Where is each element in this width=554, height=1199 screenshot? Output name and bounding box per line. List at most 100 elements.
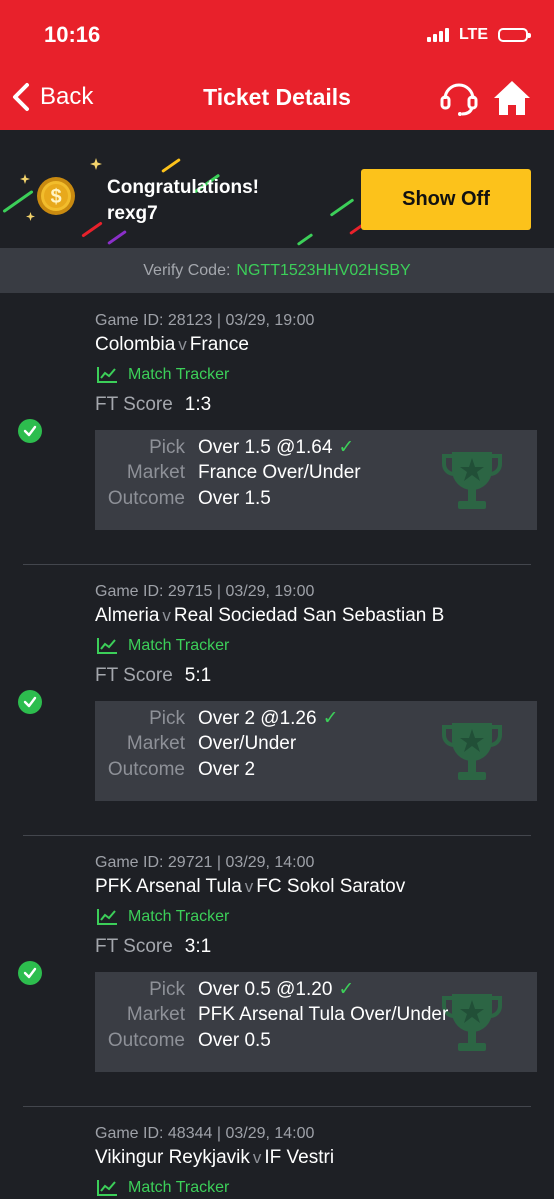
won-check-icon xyxy=(18,961,42,985)
away-team: France xyxy=(189,334,249,355)
match-tracker-link[interactable]: Match Tracker xyxy=(96,366,229,384)
chart-line-icon xyxy=(97,909,117,925)
show-off-button[interactable]: Show Off xyxy=(361,169,531,230)
market-row: Market PFK Arsenal Tula Over/Under xyxy=(95,1004,448,1030)
pick-row: Pick Over 0.5 @1.20 ✓ xyxy=(95,978,354,1004)
confetti-decoration xyxy=(329,198,355,217)
pick-details: Pick Over 0.5 @1.20 ✓ Market PFK Arsenal Tu… xyxy=(95,972,537,1072)
pick-details: Pick Over 2 @1.26 ✓ Market Over/Under Outco… xyxy=(95,701,537,801)
confetti-decoration xyxy=(2,189,34,214)
market-value: PFK Arsenal Tula Over/Under xyxy=(198,1004,449,1025)
battery-icon xyxy=(498,28,531,42)
check-icon: ✓ xyxy=(322,708,339,729)
ft-score-label: FT Score xyxy=(95,936,173,957)
coin-icon: $ xyxy=(37,177,75,215)
market-label: Market xyxy=(126,733,185,754)
match-tracker-link[interactable]: Match Tracker xyxy=(96,1179,229,1197)
svg-text:$: $ xyxy=(50,186,61,208)
pick-label: Pick xyxy=(149,437,185,458)
match-title: Vikingur Reykjavik v IF Vestri xyxy=(95,1147,334,1169)
ft-score: FT Score 5:1 xyxy=(95,665,211,687)
versus: v xyxy=(178,335,187,354)
trophy-icon xyxy=(442,723,502,780)
match-title: Almeria v Real Sociedad San Sebastian B xyxy=(95,605,444,627)
match-tracker-label: Match Tracker xyxy=(128,366,230,383)
market-value: Over/Under xyxy=(198,733,297,754)
network-type: LTE xyxy=(458,26,488,43)
match-tracker-label: Match Tracker xyxy=(128,1179,230,1196)
trophy-icon xyxy=(442,452,502,509)
verify-code-value[interactable]: NGTT1523HHV02HSBY xyxy=(236,262,410,280)
chart-line-icon xyxy=(97,1180,117,1196)
home-team: PFK Arsenal Tula xyxy=(95,876,242,897)
home-team: Colombia xyxy=(95,334,176,355)
chart-line-icon xyxy=(97,638,117,654)
outcome-value: Over 1.5 xyxy=(198,488,271,509)
outcome-row: Outcome Over 0.5 xyxy=(95,1030,271,1056)
congratulations-text: Congratulations! xyxy=(107,177,259,198)
game-meta: Game ID: 29721 | 03/29, 14:00 xyxy=(95,854,315,871)
game-meta: Game ID: 29715 | 03/29, 19:00 xyxy=(95,583,315,600)
home-team: Almeria xyxy=(95,605,160,626)
outcome-row: Outcome Over 1.5 xyxy=(95,488,271,514)
match-tracker-link[interactable]: Match Tracker xyxy=(96,908,229,926)
trophy-icon xyxy=(442,994,502,1051)
market-label: Market xyxy=(126,1004,185,1025)
verify-code-label: Verify Code: xyxy=(143,261,231,279)
away-team: IF Vestri xyxy=(264,1147,335,1168)
home-button[interactable] xyxy=(492,78,532,118)
outcome-label: Outcome xyxy=(107,488,185,509)
market-row: Market Over/Under xyxy=(95,733,296,759)
pick-value: Over 2 @1.26 xyxy=(198,708,317,729)
market-value: France Over/Under xyxy=(198,462,361,483)
support-button[interactable] xyxy=(440,80,478,116)
username: rexg7 xyxy=(107,203,158,224)
pick-label: Pick xyxy=(149,979,185,1000)
ft-score: FT Score 1:3 xyxy=(95,394,211,416)
market-label: Market xyxy=(126,462,185,483)
ticket-item: Game ID: 48344 | 03/29, 14:00 Vikingur R… xyxy=(0,1106,554,1199)
home-icon xyxy=(494,81,530,115)
signal-icon xyxy=(426,28,449,42)
won-check-icon xyxy=(18,419,42,443)
headset-icon xyxy=(440,83,478,116)
ft-score-value: 1:3 xyxy=(184,394,212,415)
pick-label: Pick xyxy=(149,708,185,729)
pick-row: Pick Over 2 @1.26 ✓ xyxy=(95,707,339,733)
confetti-decoration xyxy=(161,157,181,174)
won-check-icon xyxy=(18,690,42,714)
versus: v xyxy=(244,877,254,896)
match-tracker-label: Match Tracker xyxy=(128,637,230,654)
congratulations-banner: $ Congratulations! rexg7 Show Off xyxy=(0,130,554,248)
status-indicators: LTE xyxy=(426,26,531,44)
chevron-left-icon xyxy=(13,83,29,111)
match-title: Colombia v France xyxy=(95,334,249,356)
check-icon: ✓ xyxy=(338,437,355,458)
pick-row: Pick Over 1.5 @1.64 ✓ xyxy=(95,436,354,462)
confetti-decoration xyxy=(107,229,127,246)
verify-code-bar: Verify Code: NGTT1523HHV02HSBY xyxy=(0,248,554,293)
outcome-value: Over 2 xyxy=(198,759,256,780)
confetti-decoration xyxy=(296,233,314,246)
ticket-item: Game ID: 29715 | 03/29, 19:00 Almeria v Re… xyxy=(0,564,554,835)
ticket-item: Game ID: 29721 | 03/29, 14:00 PFK Arsena… xyxy=(0,835,554,1106)
ticket-item: Game ID: 28123 | 03/29, 19:00 Colombia v F… xyxy=(0,293,554,564)
chart-line-icon xyxy=(97,367,117,383)
match-tracker-label: Match Tracker xyxy=(128,908,230,925)
outcome-row: Outcome Over 2 xyxy=(95,759,255,785)
back-button[interactable]: Back xyxy=(12,82,93,112)
home-team: Vikingur Reykjavik xyxy=(95,1147,250,1168)
away-team: Real Sociedad San Sebastian B xyxy=(173,605,445,626)
game-meta: Game ID: 28123 | 03/29, 19:00 xyxy=(95,312,315,329)
versus: v xyxy=(252,1148,262,1167)
ft-score-value: 3:1 xyxy=(184,936,212,957)
away-team: FC Sokol Saratov xyxy=(256,876,406,897)
ft-score-value: 5:1 xyxy=(184,665,212,686)
versus: v xyxy=(162,606,171,625)
check-icon: ✓ xyxy=(338,979,355,1000)
match-tracker-link[interactable]: Match Tracker xyxy=(96,637,229,655)
back-label: Back xyxy=(40,83,94,110)
outcome-label: Outcome xyxy=(107,759,185,780)
ft-score-label: FT Score xyxy=(95,665,173,686)
star-icon xyxy=(90,158,102,170)
